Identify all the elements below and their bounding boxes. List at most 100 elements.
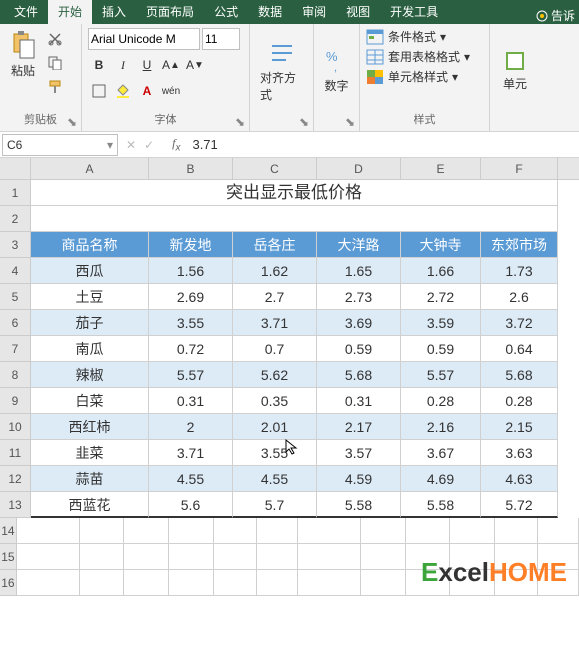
cell-D9[interactable]: 0.31 [317,388,401,414]
decrease-font-button[interactable]: A▼ [184,54,206,76]
cell-E14[interactable] [495,518,538,544]
underline-button[interactable]: U [136,54,158,76]
cell-D16[interactable] [169,570,214,596]
cell-A16[interactable] [298,570,361,596]
cell-C7[interactable]: 0.7 [233,336,317,362]
cell-D13[interactable]: 5.58 [317,492,401,518]
cell-C9[interactable]: 0.35 [233,388,317,414]
cell-F9[interactable]: 0.28 [481,388,558,414]
cell-B12[interactable]: 4.55 [149,466,233,492]
cell-B4[interactable]: 1.56 [149,258,233,284]
cell-A15[interactable] [298,544,361,570]
cell-C16[interactable] [406,570,451,596]
cell-A7[interactable]: 南瓜 [31,336,149,362]
tab-文件[interactable]: 文件 [4,0,48,24]
font-launcher-icon[interactable]: ⬊ [233,115,247,129]
cell-E13[interactable]: 5.58 [401,492,481,518]
font-color-button[interactable]: A [136,80,158,102]
cell-F14[interactable] [538,518,579,544]
cell-C15[interactable] [406,544,451,570]
cell-A10[interactable]: 西红柿 [31,414,149,440]
fx-icon[interactable]: fx [166,136,186,153]
cell-C5[interactable]: 2.7 [233,284,317,310]
row-header-6[interactable]: 6 [0,310,31,336]
col-header-B[interactable]: B [149,158,233,179]
italic-button[interactable]: I [112,54,134,76]
cell-D14[interactable] [450,518,495,544]
cell-C13[interactable]: 5.7 [233,492,317,518]
row-header-4[interactable]: 4 [0,258,31,284]
cell-C8[interactable]: 5.62 [233,362,317,388]
cell-B15[interactable] [361,544,406,570]
cell-F4[interactable]: 1.73 [481,258,558,284]
col-header-F[interactable]: F [481,158,558,179]
cell-E11[interactable]: 3.67 [401,440,481,466]
cell-E6[interactable]: 3.59 [401,310,481,336]
cell-A6[interactable]: 茄子 [31,310,149,336]
row-header-16[interactable]: 16 [0,570,17,596]
row-header-2[interactable]: 2 [0,206,31,232]
cell-C14[interactable] [124,518,169,544]
cell-A8[interactable]: 辣椒 [31,362,149,388]
cell-F3[interactable]: 东郊市场 [481,232,558,258]
row-header-13[interactable]: 13 [0,492,31,518]
row-header-15[interactable]: 15 [0,544,17,570]
font-size-combo[interactable] [202,28,240,50]
cell-D3[interactable]: 大洋路 [317,232,401,258]
cell-A12[interactable]: 蒜苗 [31,466,149,492]
col-header-A[interactable]: A [31,158,149,179]
cell-D10[interactable]: 2.17 [317,414,401,440]
cell-F15[interactable] [257,544,298,570]
cell-D7[interactable]: 0.59 [317,336,401,362]
cell-C3[interactable]: 岳各庄 [233,232,317,258]
cell-E15[interactable] [495,544,538,570]
phonetic-button[interactable]: wén [160,80,182,102]
cell-B14[interactable] [361,518,406,544]
cell-F13[interactable]: 5.72 [481,492,558,518]
tab-开始[interactable]: 开始 [48,0,92,24]
cell-A9[interactable]: 白菜 [31,388,149,414]
cell-F8[interactable]: 5.68 [481,362,558,388]
cell-B13[interactable]: 5.6 [149,492,233,518]
number-launcher-icon[interactable]: ⬊ [343,115,357,129]
row-header-3[interactable]: 3 [0,232,31,258]
name-box[interactable]: C6▾ [2,134,118,156]
cell-B15[interactable] [80,544,125,570]
cell-D8[interactable]: 5.68 [317,362,401,388]
cell-B9[interactable]: 0.31 [149,388,233,414]
cell-A14[interactable] [17,518,80,544]
cell-B14[interactable] [80,518,125,544]
border-button[interactable] [88,80,110,102]
cell-B16[interactable] [361,570,406,596]
cell-E14[interactable] [214,518,257,544]
cell-F5[interactable]: 2.6 [481,284,558,310]
cell-D12[interactable]: 4.59 [317,466,401,492]
cell-C15[interactable] [124,544,169,570]
cell-C11[interactable]: 3.55 [233,440,317,466]
cell-C10[interactable]: 2.01 [233,414,317,440]
row-header-5[interactable]: 5 [0,284,31,310]
cell-D15[interactable] [450,544,495,570]
row-header-14[interactable]: 14 [0,518,17,544]
cell-E4[interactable]: 1.66 [401,258,481,284]
cut-button[interactable] [44,28,66,50]
cell-E5[interactable]: 2.72 [401,284,481,310]
cell-A14[interactable] [298,518,361,544]
cell-E9[interactable]: 0.28 [401,388,481,414]
col-header-E[interactable]: E [401,158,481,179]
cell-A5[interactable]: 土豆 [31,284,149,310]
cell-E3[interactable]: 大钟寺 [401,232,481,258]
cell-A15[interactable] [17,544,80,570]
cell-C12[interactable]: 4.55 [233,466,317,492]
cancel-formula-icon[interactable]: ✕ [126,138,136,152]
cell-F10[interactable]: 2.15 [481,414,558,440]
cell-F6[interactable]: 3.72 [481,310,558,336]
cell-D6[interactable]: 3.69 [317,310,401,336]
cell-E16[interactable] [214,570,257,596]
cell-F16[interactable] [257,570,298,596]
align-launcher-icon[interactable]: ⬊ [297,115,311,129]
cell-B7[interactable]: 0.72 [149,336,233,362]
cell-A13[interactable]: 西蓝花 [31,492,149,518]
cell-E12[interactable]: 4.69 [401,466,481,492]
tell-me[interactable]: 告诉 [531,7,579,24]
